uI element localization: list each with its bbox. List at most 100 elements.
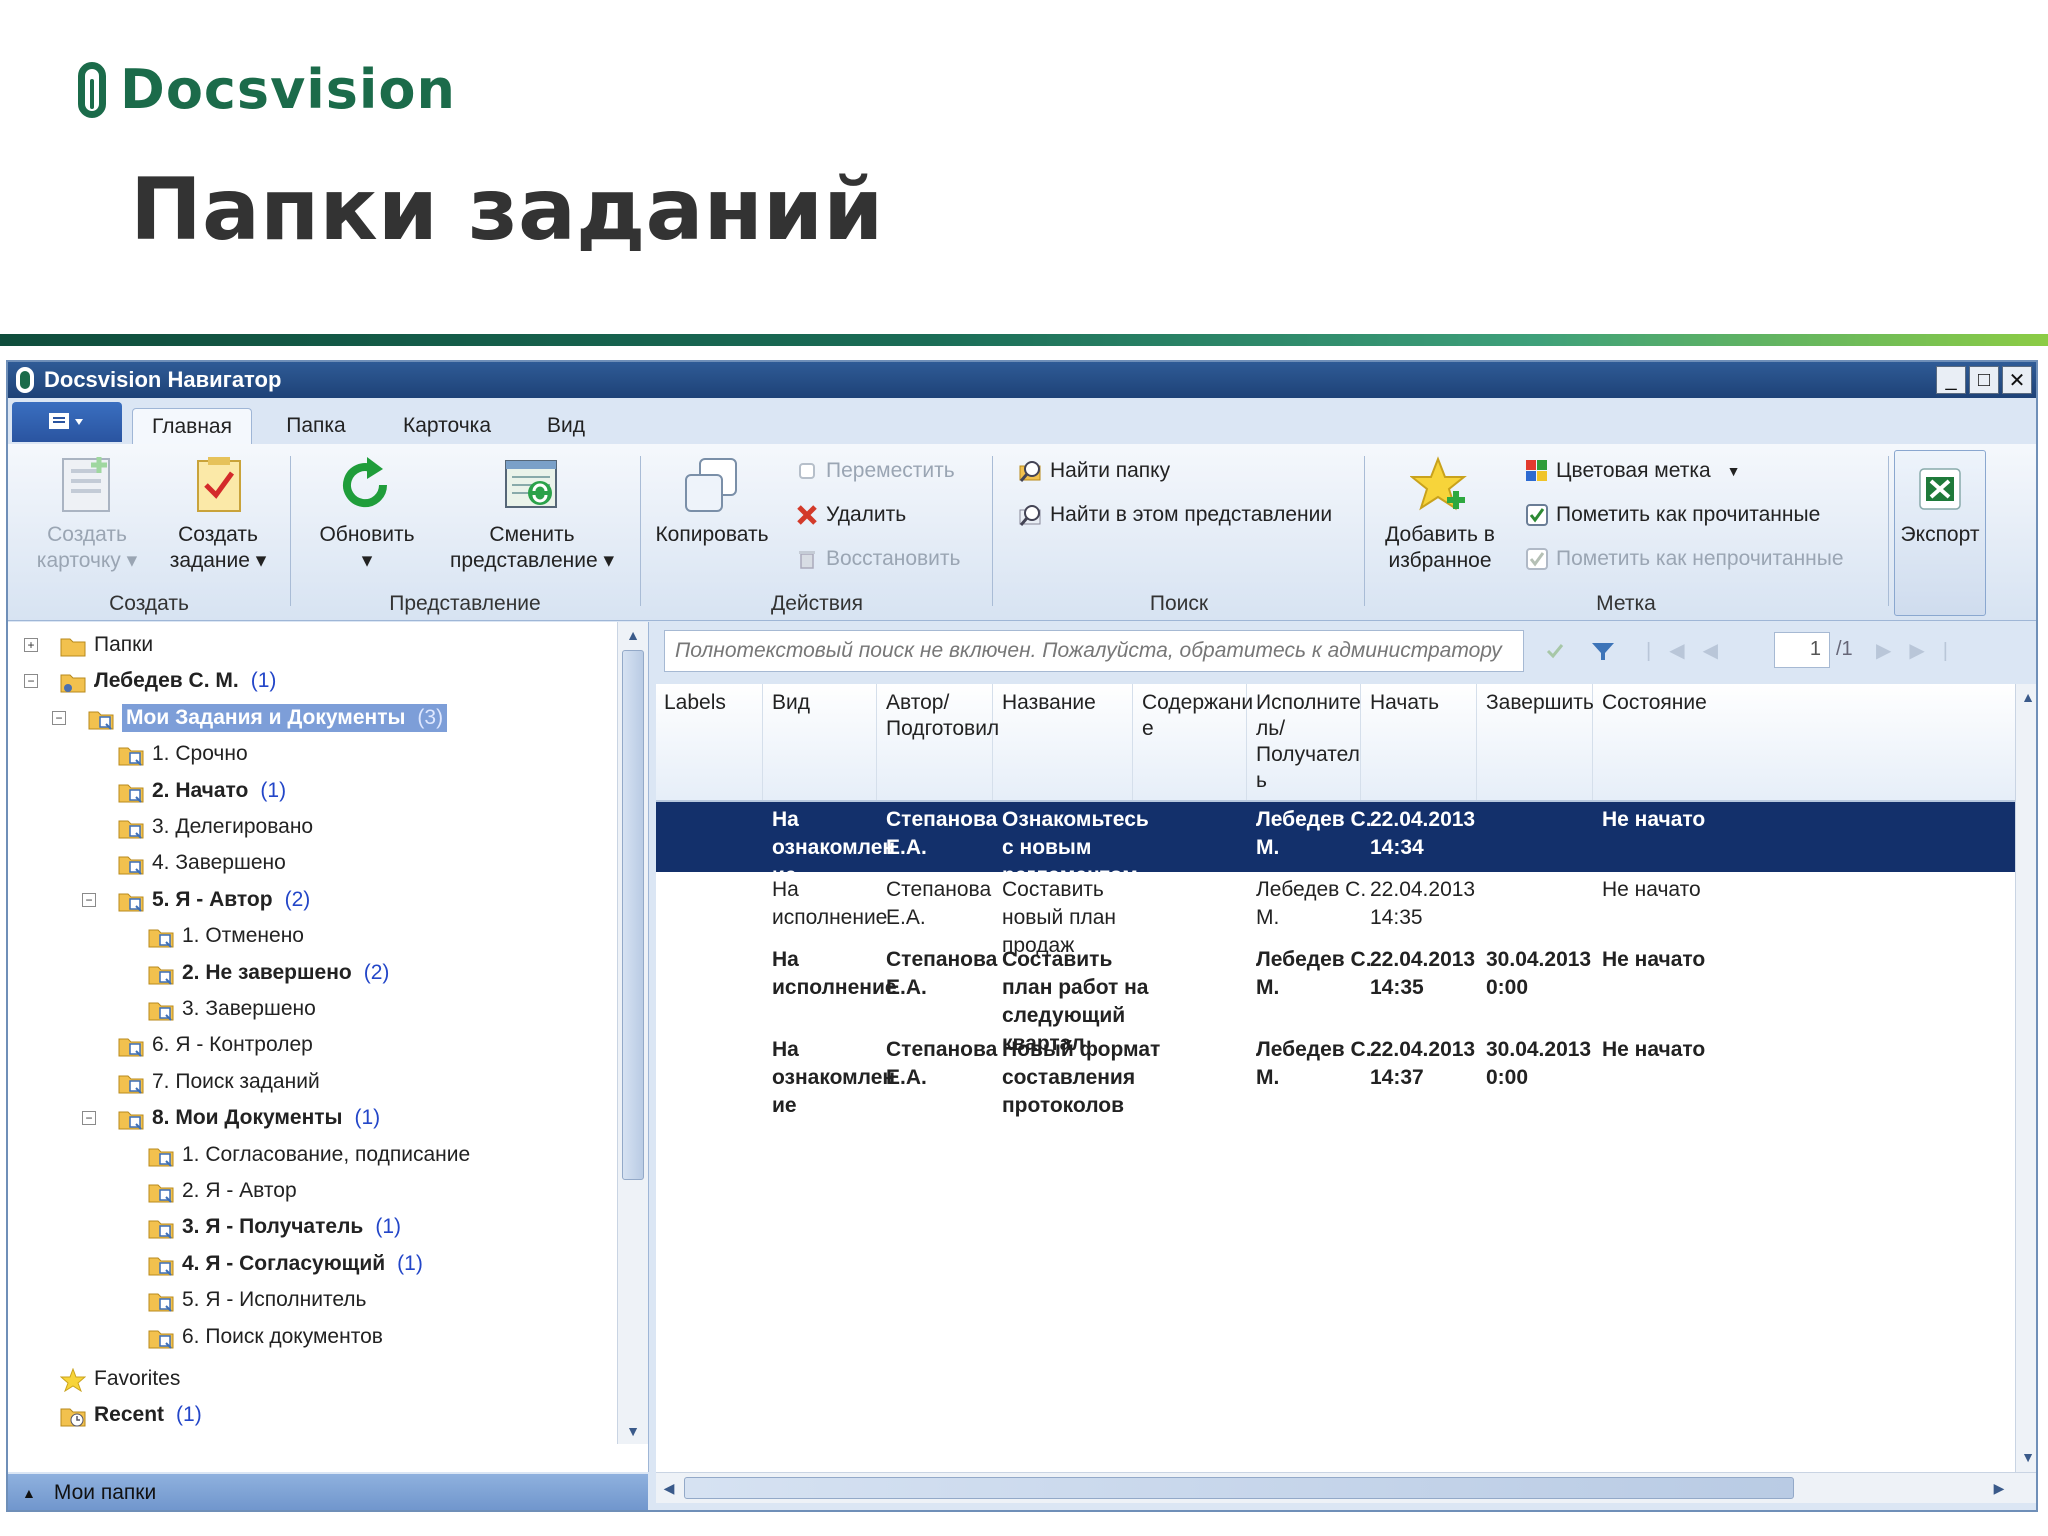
tree-node[interactable]: 3. Завершено xyxy=(148,992,316,1026)
column-header[interactable]: Labels xyxy=(664,690,726,716)
collapse-icon[interactable]: − xyxy=(82,1111,96,1126)
refresh-button[interactable]: Обновить ▾ xyxy=(312,454,422,574)
column-separator[interactable] xyxy=(1476,684,1477,800)
search-go-icon[interactable] xyxy=(1540,636,1570,666)
cell-executor: Лебедев С. М. xyxy=(1256,808,1372,859)
tree-node-label: 4. Я - Согласующий xyxy=(182,1251,386,1275)
fulltext-search-input[interactable]: Полнотекстовый поиск не включен. Пожалуй… xyxy=(664,630,1524,672)
tree-node[interactable]: 1. Срочно xyxy=(118,737,248,771)
tree-node[interactable]: 7. Поиск заданий xyxy=(118,1065,320,1099)
collapse-icon[interactable]: − xyxy=(82,892,96,907)
create-card-button[interactable]: Создать карточку ▾ xyxy=(32,454,142,574)
copy-button[interactable]: Копировать xyxy=(652,454,772,548)
collapse-icon[interactable]: − xyxy=(52,710,66,725)
tree-node[interactable]: 6. Я - Контролер xyxy=(118,1028,313,1062)
restore-icon xyxy=(794,546,820,572)
minimize-button[interactable]: _ xyxy=(1936,366,1966,394)
tree-node[interactable]: 3. Делегировано xyxy=(118,810,313,844)
restore-button[interactable]: Восстановить xyxy=(794,546,960,572)
add-favorites-button[interactable]: Добавить в избранное xyxy=(1380,454,1500,574)
scroll-down-icon[interactable]: ▼ xyxy=(2016,1444,2036,1470)
tree-node[interactable]: 3. Я - Получатель (1) xyxy=(148,1210,401,1244)
scroll-up-icon[interactable]: ▲ xyxy=(618,622,648,648)
unread-count: (1) xyxy=(250,669,277,693)
group-search: Найти папку Найти в этом представлении П… xyxy=(994,444,1364,620)
column-header[interactable]: Завершить xyxy=(1486,690,1594,716)
tree-scroll-thumb[interactable] xyxy=(622,650,644,1180)
cell-start: 22.04.2013 14:37 xyxy=(1370,1038,1476,1089)
mark-unread-button[interactable]: Пометить как непрочитанные xyxy=(1524,546,1844,572)
column-header[interactable]: Содержани е xyxy=(1142,690,1253,742)
maximize-button[interactable]: □ xyxy=(1969,366,1999,394)
change-view-button[interactable]: Сменить представление ▾ xyxy=(432,454,632,574)
column-separator[interactable] xyxy=(876,684,877,800)
mark-read-button[interactable]: Пометить как прочитанные xyxy=(1524,502,1820,528)
create-task-button[interactable]: Создать задание ▾ xyxy=(158,454,278,574)
scroll-up-icon[interactable]: ▲ xyxy=(2016,684,2036,710)
tree-node[interactable]: Папки xyxy=(60,628,153,662)
tree-node[interactable]: 4. Завершено xyxy=(118,846,286,880)
tree-node[interactable]: Мои Задания и Документы (3) xyxy=(88,701,448,735)
table-row[interactable]: На ознакомлен ие Степанова Е.А. Новый формат с… xyxy=(656,1032,2016,1117)
app-menu-button[interactable] xyxy=(12,402,122,442)
tree-node[interactable]: 2. Начато (1) xyxy=(118,774,286,808)
tab-card[interactable]: Карточка xyxy=(382,408,512,444)
table-row[interactable]: На исполнение Степанова Е.А. Составить план р… xyxy=(656,942,2016,1055)
move-button[interactable]: Переместить xyxy=(794,458,955,484)
collapse-icon[interactable]: − xyxy=(24,674,38,689)
filter-icon[interactable] xyxy=(1588,636,1618,666)
tree-node[interactable]: 2. Не завершено (2) xyxy=(148,956,389,990)
tree-node[interactable]: 5. Я - Исполнитель xyxy=(148,1283,367,1317)
grid-hscrollbar[interactable]: ◀ ▶ xyxy=(656,1472,2036,1503)
tab-folder[interactable]: Папка xyxy=(266,408,366,444)
tree-node[interactable]: Favorites xyxy=(59,1362,180,1396)
color-mark-dropdown[interactable]: Цветовая метка ▼ xyxy=(1524,458,1741,484)
expand-icon[interactable]: + xyxy=(24,638,38,652)
tree-node[interactable]: 1. Согласование, подписание xyxy=(148,1138,470,1172)
table-row[interactable]: На ознакомлен ие Степанова Е.А. Ознакомьтесь с… xyxy=(656,802,2016,887)
tree-node[interactable]: 6. Поиск документов xyxy=(148,1320,383,1354)
column-header[interactable]: Состояние xyxy=(1602,690,1707,716)
tab-home[interactable]: Главная xyxy=(132,408,252,445)
tree-node[interactable]: Лебедев С. М. (1) xyxy=(60,664,276,698)
column-header[interactable]: Вид xyxy=(772,690,810,716)
cell-executor: Лебедев С. М. xyxy=(1256,948,1372,999)
column-header[interactable]: Начать xyxy=(1370,690,1439,716)
my-folders-bar[interactable]: ▲ Мои папки xyxy=(8,1474,648,1510)
tree-node[interactable]: Recent (1) xyxy=(60,1398,202,1432)
user-folder-icon xyxy=(60,670,86,693)
export-button[interactable]: Экспорт xyxy=(1894,450,1986,616)
tree-node-label: 8. Мои Документы xyxy=(152,1106,343,1130)
tree-node[interactable]: 5. Я - Автор (2) xyxy=(118,883,310,917)
close-button[interactable]: ✕ xyxy=(2002,366,2032,394)
group-actions-label: Действия xyxy=(770,592,863,615)
tree-node-label: 3. Я - Получатель xyxy=(182,1215,364,1239)
tree-node[interactable]: 2. Я - Автор xyxy=(148,1174,297,1208)
hscroll-thumb[interactable] xyxy=(684,1477,1794,1499)
grid-scrollbar[interactable]: ▲ ▼ xyxy=(2015,684,2036,1472)
column-header[interactable]: Автор/Подготовил xyxy=(886,690,999,742)
tree-node[interactable]: 4. Я - Согласующий (1) xyxy=(148,1247,423,1281)
tree-node[interactable]: 8. Мои Документы (1) xyxy=(118,1101,380,1135)
tree-node[interactable]: 1. Отменено xyxy=(148,919,304,953)
tab-view[interactable]: Вид xyxy=(526,408,606,444)
find-folder-button[interactable]: Найти папку xyxy=(1018,458,1170,484)
refresh-icon xyxy=(336,454,398,516)
find-in-view-button[interactable]: Найти в этом представлении xyxy=(1018,502,1332,528)
column-separator[interactable] xyxy=(1132,684,1133,800)
column-header[interactable]: Название xyxy=(1002,690,1096,716)
page-number-input[interactable]: 1 xyxy=(1774,632,1830,668)
scroll-right-icon[interactable]: ▶ xyxy=(1986,1475,2012,1501)
scroll-down-icon[interactable]: ▼ xyxy=(618,1418,648,1444)
tree-node-label: Recent xyxy=(94,1403,165,1427)
scroll-left-icon[interactable]: ◀ xyxy=(656,1475,682,1501)
tree-scrollbar[interactable]: ▲ ▼ xyxy=(617,622,648,1444)
tree-node-label: 2. Я - Автор xyxy=(182,1179,297,1202)
title-bar[interactable]: Docsvision Навигатор _ □ ✕ xyxy=(8,362,2036,398)
column-separator[interactable] xyxy=(762,684,763,800)
column-header[interactable]: Исполните ль/Получател ь xyxy=(1256,690,1361,794)
table-row[interactable]: На исполнение Степанова Е.А. Составить новый … xyxy=(656,872,2016,957)
ribbon-separator xyxy=(640,456,641,606)
delete-button[interactable]: Удалить xyxy=(794,502,906,528)
pager-next-icons[interactable]: ▶▶| xyxy=(1876,638,2026,666)
